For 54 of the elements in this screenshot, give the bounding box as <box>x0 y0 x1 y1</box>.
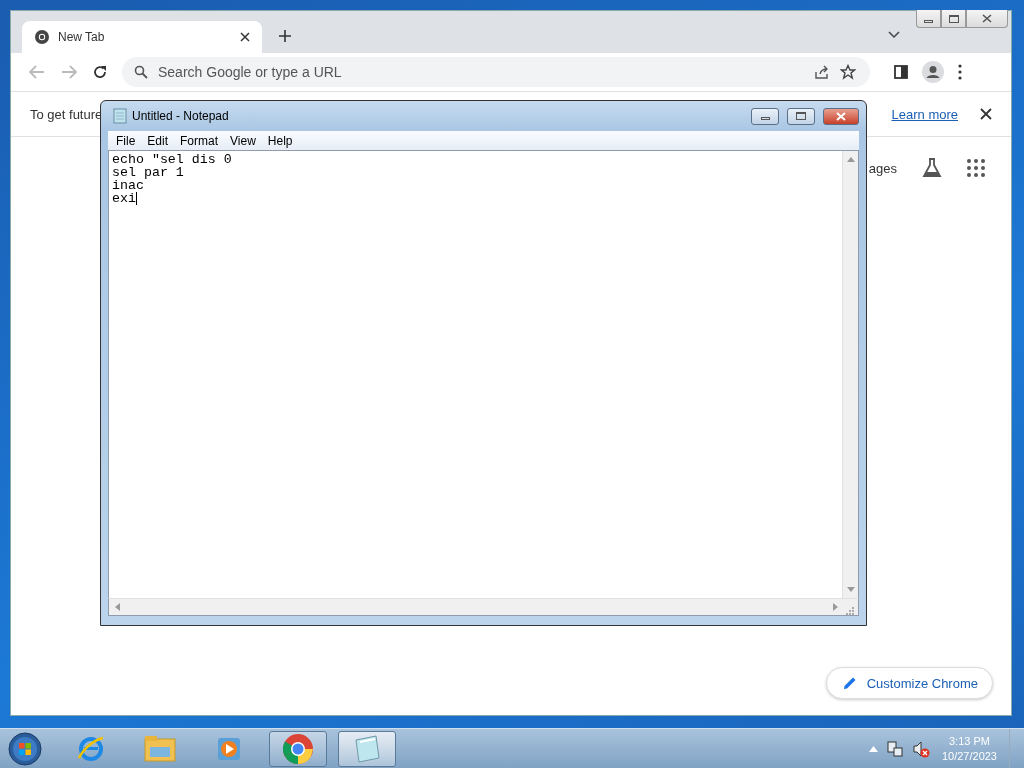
customize-chrome-button[interactable]: Customize Chrome <box>825 667 993 699</box>
window-title: Untitled - Notepad <box>132 109 229 123</box>
pencil-icon <box>842 676 857 690</box>
minimize-button[interactable] <box>751 107 779 125</box>
play-icon <box>216 735 242 762</box>
close-icon <box>836 111 846 121</box>
images-link[interactable]: ages <box>868 160 897 176</box>
reload-icon[interactable] <box>92 64 108 80</box>
menu-item[interactable]: View <box>224 133 262 148</box>
close-button[interactable] <box>966 10 1008 28</box>
caret-icon[interactable] <box>888 31 900 39</box>
profile-icon[interactable] <box>922 61 944 83</box>
text-line: inac <box>112 179 144 192</box>
address-bar[interactable]: Search Google or type a URL <box>122 57 870 87</box>
learn-more-link[interactable]: Learn more <box>891 106 958 122</box>
menu-item[interactable]: Help <box>261 133 299 148</box>
close-icon[interactable] <box>240 32 250 42</box>
network-icon[interactable] <box>885 739 904 758</box>
folder-icon <box>144 734 176 763</box>
minimize-button[interactable] <box>916 10 941 28</box>
chrome-icon <box>282 732 314 765</box>
menu-item[interactable]: Edit <box>141 133 175 148</box>
restore-button[interactable] <box>941 10 966 28</box>
chrome-icon <box>34 29 50 45</box>
maximize-button[interactable] <box>787 107 815 125</box>
side-panel-icon[interactable] <box>894 65 908 79</box>
horizontal-scrollbar[interactable] <box>108 598 859 616</box>
apps-icon[interactable] <box>967 159 985 177</box>
star-icon[interactable] <box>840 64 856 80</box>
close-icon[interactable] <box>980 108 992 120</box>
text-line: sel par 1 <box>112 166 184 179</box>
browser-tab[interactable]: New Tab <box>22 21 262 53</box>
resize-grip-icon[interactable] <box>844 605 854 615</box>
close-icon <box>982 14 992 23</box>
address-field[interactable]: Search Google or type a URL <box>158 64 804 80</box>
menu-item[interactable]: File <box>110 133 142 148</box>
notepad-icon <box>113 108 127 124</box>
menu-item[interactable]: Format <box>174 133 225 148</box>
share-icon[interactable] <box>814 64 830 80</box>
taskbar-chrome-button[interactable] <box>269 730 327 767</box>
text-line: echo "sel dis 0 <box>112 153 232 166</box>
notepad-icon <box>352 733 382 764</box>
text-cursor <box>135 192 137 205</box>
clock-date: 10/27/2023 <box>941 748 997 764</box>
new-tab-icon[interactable] <box>278 29 292 43</box>
search-icon <box>134 65 148 79</box>
taskbar-notepad-button[interactable] <box>338 730 396 767</box>
close-button[interactable] <box>823 107 859 125</box>
flask-icon[interactable] <box>921 157 943 179</box>
clock-time: 3:13 PM <box>949 733 990 749</box>
menu-icon[interactable] <box>958 64 962 80</box>
muted-speaker-icon[interactable] <box>911 739 930 758</box>
text-line: exi <box>112 192 136 205</box>
start-button[interactable] <box>8 731 42 766</box>
